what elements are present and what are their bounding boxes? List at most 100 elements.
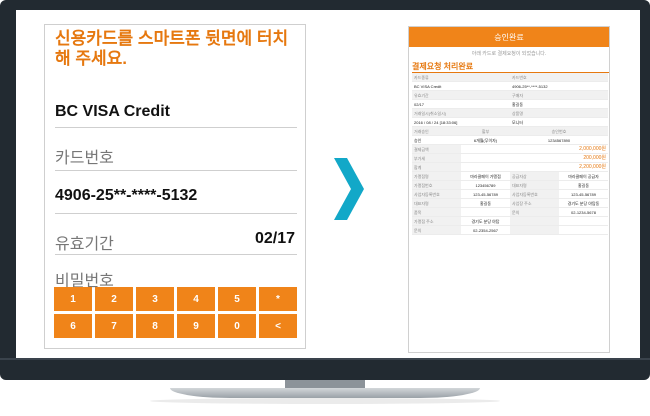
receipt-row: BC VISA Credit 4906-25**-****-5132: [412, 81, 608, 91]
receipt-cell: 02-2354-2567: [461, 225, 510, 235]
receipt-cell: [510, 216, 559, 226]
receipt-cell: 승인번호: [510, 126, 608, 136]
receipt-cell: 상품명: [510, 108, 608, 118]
receipt-row: 카드종류 카드번호: [412, 73, 608, 82]
nfc-touch-prompt: 신용카드를 스마트폰 뒷면에 터치해 주세요.: [55, 29, 289, 68]
stand-neck: [285, 380, 365, 388]
receipt-cell: 홍길동: [559, 180, 608, 190]
expiry-label: 유효기간: [55, 236, 114, 253]
card-number-label: 카드번호: [55, 144, 297, 171]
receipt-cell: 02/17: [412, 99, 510, 109]
tablet-approval-panel: 승인완료 아래 카드로 결제요청이 되었습니다. 결제요청 처리완료 카드종류 카…: [408, 26, 610, 353]
receipt-cell: 카드번호: [510, 73, 608, 82]
key-5[interactable]: 5: [218, 287, 256, 311]
stand-base: [170, 388, 480, 398]
chevron-right-icon: [334, 158, 364, 220]
receipt-row: 가맹점명 마라클페이 가맹점 공급자상 마라클페이 공급자: [412, 171, 608, 181]
receipt-cell: 품목: [412, 207, 461, 217]
receipt-row: 가맹점 주소 경기도 분당 야탑: [412, 216, 608, 226]
receipt-cell: 공급자상: [510, 171, 559, 181]
receipt-cell: 사업장 주소: [510, 198, 559, 208]
receipt-cell: 거래승인: [412, 126, 461, 136]
expiry-row[interactable]: 유효기간 02/17: [55, 230, 297, 255]
monitor-screen: 신용카드를 스마트폰 뒷면에 터치해 주세요. BC VISA Credit 카…: [16, 10, 640, 358]
receipt-cell: 마라클페이 공급자: [559, 171, 608, 181]
receipt-cell: 200,000원: [461, 153, 608, 163]
receipt-cell: 사업자등록번호: [412, 189, 461, 199]
receipt-row: 거래일시(취소일시) 상품명: [412, 108, 608, 118]
key-backspace[interactable]: <: [259, 314, 297, 338]
receipt-cell: 02-1234-5678: [559, 207, 608, 217]
key-1[interactable]: 1: [54, 287, 92, 311]
receipt-cell: 가맹점번호: [412, 180, 461, 190]
pin-keypad: 1 2 3 4 5 * 6 7 8 9 0 <: [54, 287, 298, 338]
receipt-cell: 123-45-56789: [559, 189, 608, 199]
approval-header: 승인완료: [409, 27, 609, 47]
receipt-cell: 결제금액: [412, 144, 461, 154]
receipt-cell: 2,200,000원: [461, 162, 608, 172]
receipt-row: 합계 2,200,000원: [412, 162, 608, 172]
receipt-cell: 경기도 분당 야탑동: [559, 198, 608, 208]
receipt-table: 카드종류 카드번호 BC VISA Credit 4906-25**-****-513…: [412, 73, 608, 235]
receipt-row: 승인 6개월(무이자) 1234567890: [412, 135, 608, 145]
receipt-cell: 1234567890: [510, 135, 608, 145]
receipt-cell: 6개월(무이자): [461, 135, 510, 145]
receipt-cell: BC VISA Credit: [412, 81, 510, 91]
receipt-cell: 모니터: [510, 117, 608, 127]
section-title: 결제요청 처리완료: [412, 61, 609, 73]
expiry-value: 02/17: [254, 230, 295, 247]
receipt-row: 품목 문의 02-1234-5678: [412, 207, 608, 217]
receipt-cell: 가맹점명: [412, 171, 461, 181]
receipt-cell: [559, 216, 608, 226]
key-6[interactable]: 6: [54, 314, 92, 338]
receipt-cell: 경기도 분당 야탑: [461, 216, 510, 226]
receipt-cell: 123-45-56789: [461, 189, 510, 199]
receipt-cell: 대표자명: [510, 180, 559, 190]
receipt-cell: 대표자명: [412, 198, 461, 208]
receipt-row: 2016 / 08 / 24 [18:33:06] 모니터: [412, 117, 608, 127]
receipt-cell: 123456789: [461, 180, 510, 190]
receipt-cell: 유효기간: [412, 90, 510, 100]
bezel-divider: [0, 358, 650, 360]
phone-payment-panel: 신용카드를 스마트폰 뒷면에 터치해 주세요. BC VISA Credit 카…: [44, 24, 306, 349]
card-type-field: BC VISA Credit: [55, 103, 297, 128]
tv-monitor: 신용카드를 스마트폰 뒷면에 터치해 주세요. BC VISA Credit 카…: [0, 0, 650, 380]
receipt-cell: 홍길동: [461, 198, 510, 208]
key-3[interactable]: 3: [136, 287, 174, 311]
receipt-cell: 할부: [461, 126, 510, 136]
key-4[interactable]: 4: [177, 287, 215, 311]
receipt-cell: 합계: [412, 162, 461, 172]
receipt-cell: 카드종류: [412, 73, 510, 82]
receipt-cell: 2,000,000원: [461, 144, 608, 154]
receipt-cell: [461, 207, 510, 217]
receipt-cell: [559, 225, 608, 235]
receipt-cell: 문의: [510, 207, 559, 217]
receipt-cell: 4906-25**-****-5132: [510, 81, 608, 91]
receipt-row: 대표자명 홍길동 사업장 주소 경기도 분당 야탑동: [412, 198, 608, 208]
receipt-cell: 사업자등록번호: [510, 189, 559, 199]
receipt-row: 유효기간 구매자: [412, 90, 608, 100]
receipt-row: 사업자등록번호 123-45-56789 사업자등록번호 123-45-56789: [412, 189, 608, 199]
key-8[interactable]: 8: [136, 314, 174, 338]
receipt-row: 가맹점번호 123456789 대표자명 홍길동: [412, 180, 608, 190]
stand-shadow: [150, 398, 500, 404]
receipt-cell: 가맹점 주소: [412, 216, 461, 226]
receipt-cell: [510, 225, 559, 235]
receipt-cell: 구매자: [510, 90, 608, 100]
approval-subtitle: 아래 카드로 결제요청이 되었습니다.: [471, 51, 547, 57]
key-7[interactable]: 7: [95, 314, 133, 338]
key-0[interactable]: 0: [218, 314, 256, 338]
receipt-row: 02/17 홍길동: [412, 99, 608, 109]
key-star[interactable]: *: [259, 287, 297, 311]
receipt-row: 결제금액 2,000,000원: [412, 144, 608, 154]
receipt-cell: 홍길동: [510, 99, 608, 109]
receipt-row: 문의 02-2354-2567: [412, 225, 608, 235]
card-number-field[interactable]: 4906-25**-****-5132: [55, 187, 297, 214]
receipt-row: 부가세 200,000원: [412, 153, 608, 163]
key-2[interactable]: 2: [95, 287, 133, 311]
receipt-cell: 문의: [412, 225, 461, 235]
key-9[interactable]: 9: [177, 314, 215, 338]
receipt-cell: 부가세: [412, 153, 461, 163]
receipt-row: 거래승인 할부 승인번호: [412, 126, 608, 136]
receipt-cell: 거래일시(취소일시): [412, 108, 510, 118]
